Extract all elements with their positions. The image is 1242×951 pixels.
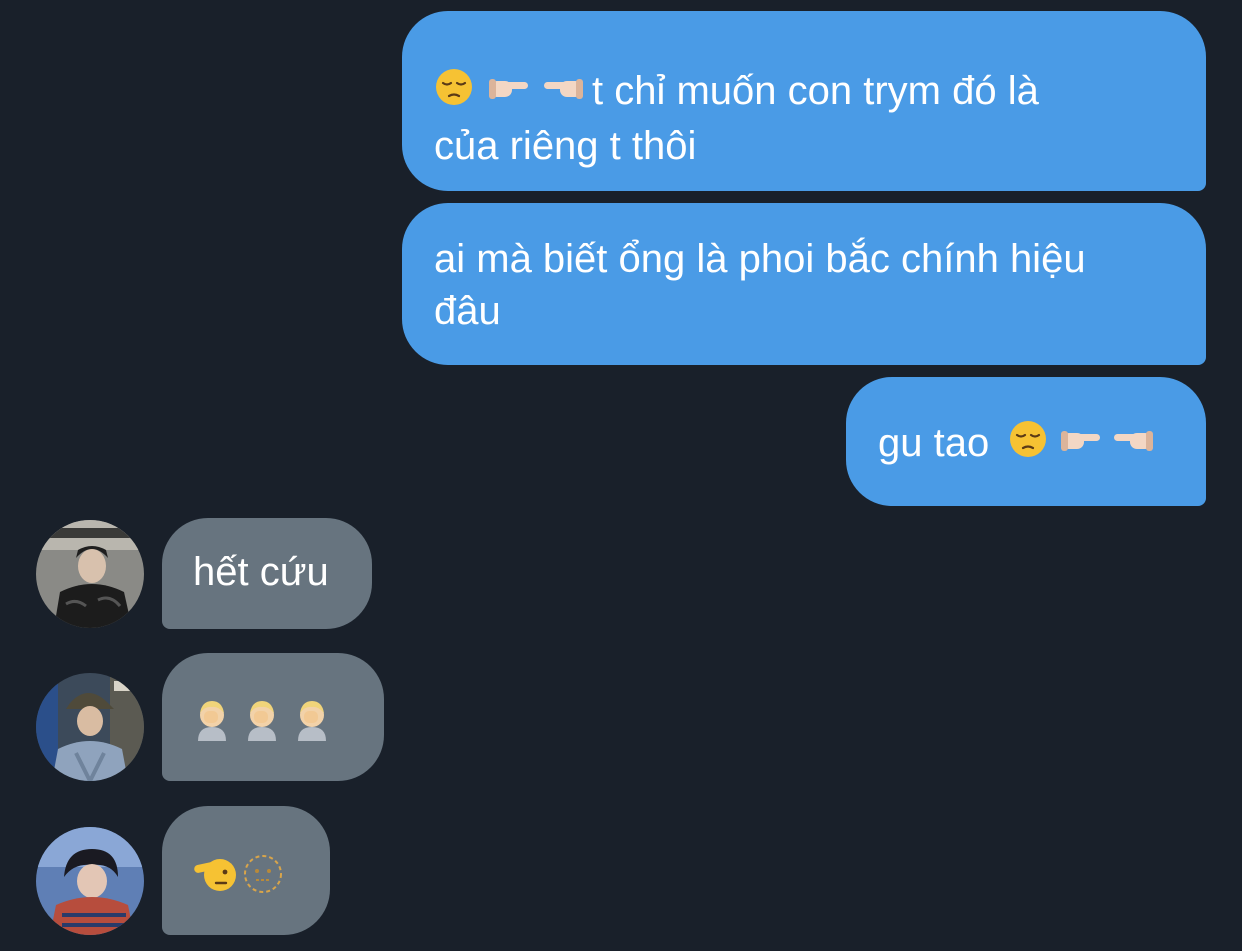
person-facepalming-icon xyxy=(192,697,232,754)
incoming-message-bubble[interactable] xyxy=(162,653,384,781)
pensive-face-icon xyxy=(434,67,474,120)
person-facepalming-icon xyxy=(242,697,282,754)
backhand-index-pointing-left-icon xyxy=(542,67,586,120)
dotted-line-face-icon xyxy=(242,853,284,908)
avatar[interactable] xyxy=(36,673,144,781)
avatar[interactable] xyxy=(36,827,144,935)
backhand-index-pointing-right-icon xyxy=(1058,419,1102,472)
saluting-face-icon xyxy=(192,853,238,908)
person-facepalming-icon xyxy=(292,697,332,754)
outgoing-message-bubble[interactable]: t chỉ muốn con trym đó là của riêng t th… xyxy=(402,11,1206,191)
incoming-message-bubble[interactable] xyxy=(162,806,330,935)
pensive-face-icon xyxy=(1008,419,1048,472)
outgoing-message-bubble[interactable]: gu tao xyxy=(846,377,1206,506)
message-text: hết cứu xyxy=(193,550,329,594)
incoming-message-bubble[interactable]: hết cứu xyxy=(162,518,372,629)
backhand-index-pointing-left-icon xyxy=(1112,419,1156,472)
chat-thread: t chỉ muốn con trym đó là của riêng t th… xyxy=(0,0,1242,951)
outgoing-message-bubble[interactable]: ai mà biết ổng là phoi bắc chính hiệu đâ… xyxy=(402,203,1206,365)
backhand-index-pointing-right-icon xyxy=(486,67,530,120)
message-text: ai mà biết ổng là phoi bắc chính hiệu đâ… xyxy=(434,237,1086,333)
message-text: gu tao xyxy=(878,421,990,465)
avatar[interactable] xyxy=(36,520,144,628)
